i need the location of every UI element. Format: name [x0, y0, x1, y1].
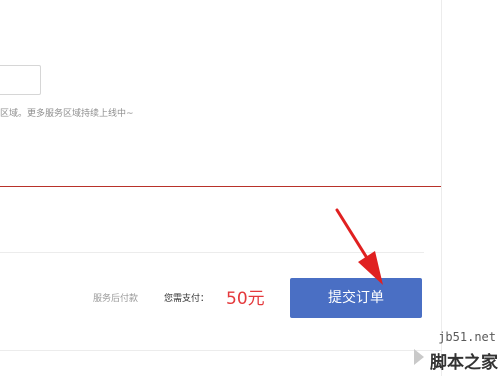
right-side-panel [441, 0, 500, 376]
service-area-hint: 区域。更多服务区域持续上线中~ [0, 109, 134, 119]
annotation-arrow-icon [335, 208, 383, 285]
watermark-name: 脚本之家 [430, 353, 498, 373]
pay-after-service-label: 服务后付款 [93, 294, 139, 304]
row-divider [0, 252, 424, 253]
order-page: 区域。更多服务区域持续上线中~ 服务后付款 您需支付： 50元 提交订单 jb5… [0, 0, 500, 376]
footer-divider [0, 350, 441, 351]
watermark-logo-icon [414, 349, 424, 365]
address-input[interactable] [0, 65, 41, 95]
submit-order-button[interactable]: 提交订单 [290, 278, 422, 318]
amount-due-value: 50元 [226, 289, 265, 309]
amount-due-label: 您需支付： [164, 294, 210, 304]
watermark-site: jb51.net [438, 330, 496, 344]
watermark: jb51.net 脚本之家 [408, 330, 500, 376]
section-divider [0, 186, 441, 187]
